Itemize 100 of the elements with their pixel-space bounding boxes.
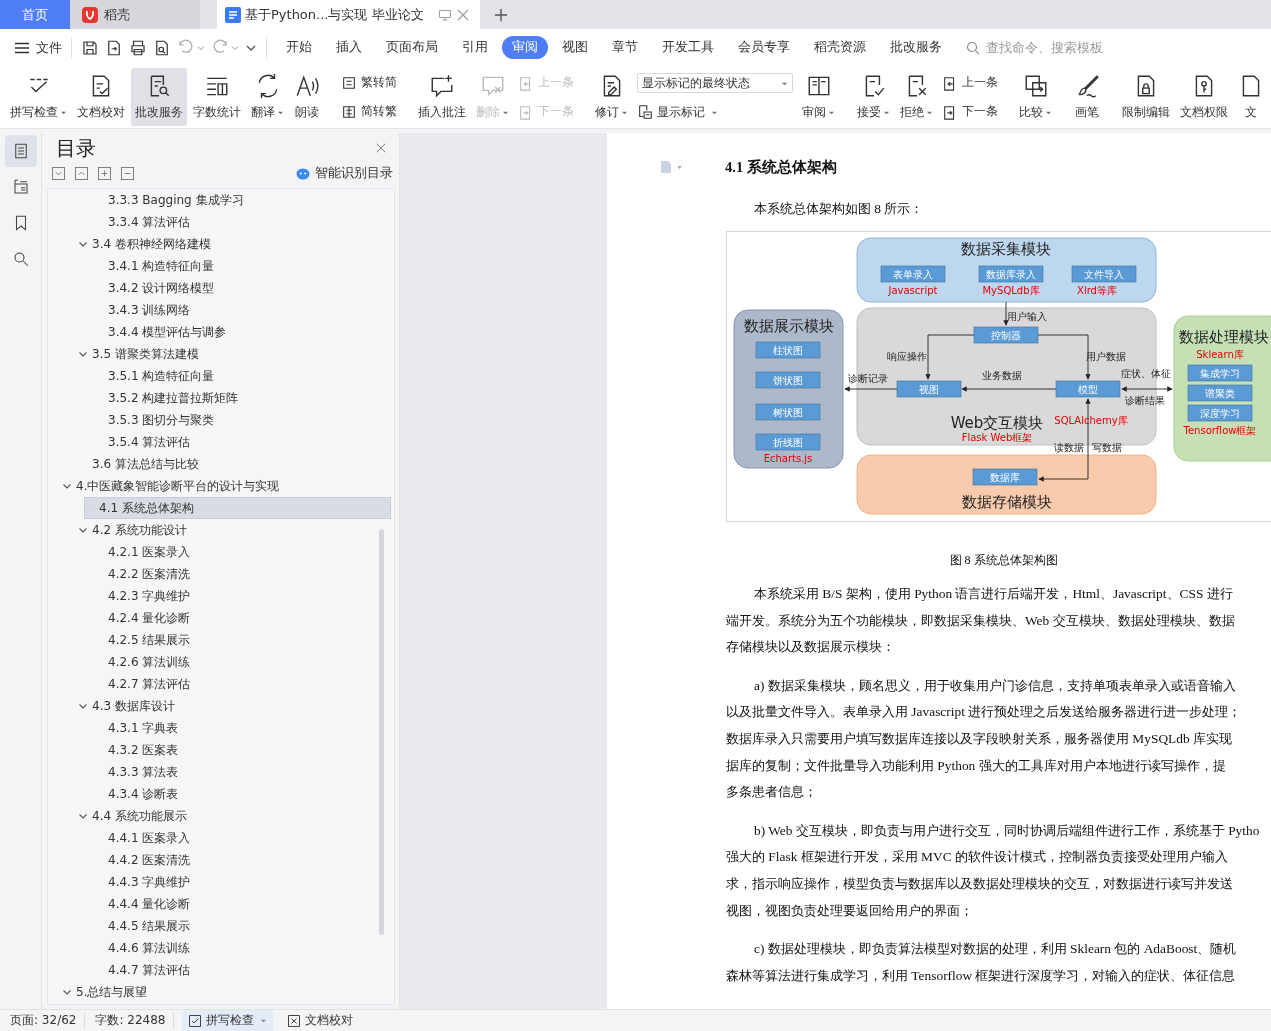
toc-item[interactable]: 4.4.5 结果展示	[94, 915, 199, 937]
print-icon[interactable]	[129, 38, 147, 57]
document-tab[interactable]: 基于Python...与实现 毕业论文	[217, 0, 480, 29]
toc-item[interactable]: 4.4.7 算法评估	[94, 959, 199, 981]
toc-item[interactable]: 4.2.4 量化诊断	[94, 607, 199, 629]
toc-item[interactable]: 4.4.1 医案录入	[94, 827, 199, 849]
proofread-button[interactable]: 文档校对	[281, 1010, 360, 1031]
toc-item[interactable]: 4.2.3 字典维护	[94, 585, 199, 607]
ribbon-button[interactable]: 字数统计	[189, 68, 245, 126]
menu-tab[interactable]: 稻壳资源	[804, 36, 876, 59]
ribbon-button[interactable]: 朗读	[290, 68, 324, 126]
menu-tab[interactable]: 会员专享	[728, 36, 800, 59]
toc-item[interactable]: 4.3.3 算法表	[94, 761, 187, 783]
ribbon-button[interactable]: 翻译	[247, 68, 288, 126]
ribbon-button[interactable]: 拼写检查	[6, 68, 71, 126]
toc-item[interactable]: 4.3.4 诊断表	[94, 783, 187, 805]
menu-tab[interactable]: 审阅	[502, 36, 548, 59]
ribbon-button[interactable]: 拒绝	[896, 68, 937, 126]
expand-chevron-icon[interactable]	[78, 349, 88, 359]
new-tab-icon[interactable]	[493, 7, 508, 22]
collapse-all-icon[interactable]	[75, 167, 88, 180]
ribbon-button[interactable]: 接受	[853, 68, 894, 126]
spell-check-button[interactable]: 拼写检查	[182, 1010, 274, 1031]
expand-chevron-icon[interactable]	[62, 481, 72, 491]
menu-tab[interactable]: 插入	[326, 36, 372, 59]
ribbon-label: 修订	[595, 104, 628, 121]
monitor-icon[interactable]	[437, 7, 452, 22]
markup-select[interactable]: 显示标记的最终状态	[637, 73, 793, 94]
menu-tab[interactable]: 章节	[602, 36, 648, 59]
print-preview-icon[interactable]	[153, 38, 171, 57]
app-tab[interactable]: 稻壳	[70, 0, 200, 29]
toc-item[interactable]: 4.4.6 算法训练	[94, 937, 199, 959]
close-icon[interactable]	[455, 7, 470, 22]
menu-tab[interactable]: 批改服务	[880, 36, 952, 59]
scrollbar-thumb[interactable]	[379, 529, 384, 935]
toc-item[interactable]: 3.5.2 构建拉普拉斯矩阵	[94, 387, 247, 409]
toc-item[interactable]: 4.3.2 医案表	[94, 739, 187, 761]
ribbon-button[interactable]: 繁转简	[341, 74, 397, 91]
menu-tab[interactable]: 视图	[552, 36, 598, 59]
menu-tab[interactable]: 开始	[276, 36, 322, 59]
toc-item[interactable]: 3.5 谱聚类算法建模	[78, 343, 207, 365]
save-icon[interactable]	[81, 38, 99, 57]
toc-item[interactable]: 4.2.7 算法评估	[94, 673, 199, 695]
toc-item[interactable]: 3.5.4 算法评估	[94, 431, 199, 453]
toc-item[interactable]: 4.3 数据库设计	[78, 695, 183, 717]
ribbon-button[interactable]: 上一条	[942, 74, 998, 91]
menu-tab[interactable]: 引用	[452, 36, 498, 59]
expand-chevron-icon[interactable]	[78, 811, 88, 821]
toc-item[interactable]: 4.中医藏象智能诊断平台的设计与实现	[62, 475, 288, 497]
ribbon-button[interactable]: 审阅	[798, 68, 839, 126]
expand-all-icon[interactable]	[52, 167, 65, 180]
toc-item[interactable]: 4.1 系统总体架构	[84, 497, 391, 519]
toc-item[interactable]: 4.2.5 结果展示	[94, 629, 199, 651]
ribbon-button[interactable]: 插入批注	[414, 68, 470, 126]
ribbon-button[interactable]: 限制编辑	[1118, 68, 1174, 126]
toc-item[interactable]: 3.4 卷积神经网络建模	[78, 233, 219, 255]
minus-icon[interactable]	[121, 167, 134, 180]
smart-toc-button[interactable]: 智能识别目录	[296, 165, 393, 182]
ribbon-button[interactable]: 文	[1234, 68, 1268, 126]
ribbon-button[interactable]: 批改服务	[131, 68, 187, 126]
toc-item[interactable]: 4.2.6 算法训练	[94, 651, 199, 673]
expand-chevron-icon[interactable]	[62, 987, 72, 997]
ribbon-button[interactable]: 文档权限	[1176, 68, 1232, 126]
ribbon-button[interactable]: 文档校对	[73, 68, 129, 126]
expand-chevron-icon[interactable]	[78, 525, 88, 535]
file-menu[interactable]: 文件	[14, 38, 62, 57]
toc-item[interactable]: 4.4.4 量化诊断	[94, 893, 199, 915]
close-icon[interactable]	[375, 142, 387, 154]
expand-chevron-icon[interactable]	[78, 239, 88, 249]
toc-item[interactable]: 5.总结与展望	[62, 981, 156, 1003]
export-icon[interactable]	[105, 38, 123, 57]
toc-item[interactable]: 3.3.4 算法评估	[94, 211, 199, 233]
command-search-field[interactable]: 查找命令、搜索模板	[966, 39, 1138, 56]
toc-item[interactable]: 3.4.4 模型评估与调参	[94, 321, 235, 343]
ribbon-button[interactable]: 下一条	[942, 103, 998, 120]
ribbon-button[interactable]: 比较	[1015, 68, 1056, 126]
ribbon-button[interactable]: 简转繁	[341, 103, 397, 120]
toc-item[interactable]: 3.5.1 构造特征向量	[94, 365, 223, 387]
show-markup-button[interactable]: 显示标记	[637, 103, 793, 121]
toc-item[interactable]: 3.3.3 Bagging 集成学习	[94, 189, 252, 211]
home-tab[interactable]: 首页	[0, 0, 70, 29]
expand-chevron-icon[interactable]	[78, 701, 88, 711]
toc-item[interactable]: 4.2.1 医案录入	[94, 541, 199, 563]
toc-item[interactable]: 3.6 算法总结与比较	[78, 453, 207, 475]
side-tab[interactable]	[4, 135, 37, 167]
menu-tab[interactable]: 开发工具	[652, 36, 724, 59]
toc-item[interactable]: 3.4.3 训练网络	[94, 299, 199, 321]
toc-item[interactable]: 4.3.1 字典表	[94, 717, 187, 739]
toc-item[interactable]: 4.4 系统功能展示	[78, 805, 195, 827]
plus-icon[interactable]	[98, 167, 111, 180]
ribbon-button[interactable]: 画笔	[1070, 68, 1104, 126]
toc-item[interactable]: 3.4.1 构造特征向量	[94, 255, 223, 277]
toc-item[interactable]: 3.5.3 图切分与聚类	[94, 409, 223, 431]
toc-item[interactable]: 4.4.3 字典维护	[94, 871, 199, 893]
toc-item[interactable]: 3.4.2 设计网络模型	[94, 277, 223, 299]
toc-item[interactable]: 4.2 系统功能设计	[78, 519, 195, 541]
menu-tab[interactable]: 页面布局	[376, 36, 448, 59]
ribbon-button[interactable]: 修订	[591, 68, 632, 126]
toc-item[interactable]: 4.2.2 医案清洗	[94, 563, 199, 585]
toc-item[interactable]: 4.4.2 医案清洗	[94, 849, 199, 871]
